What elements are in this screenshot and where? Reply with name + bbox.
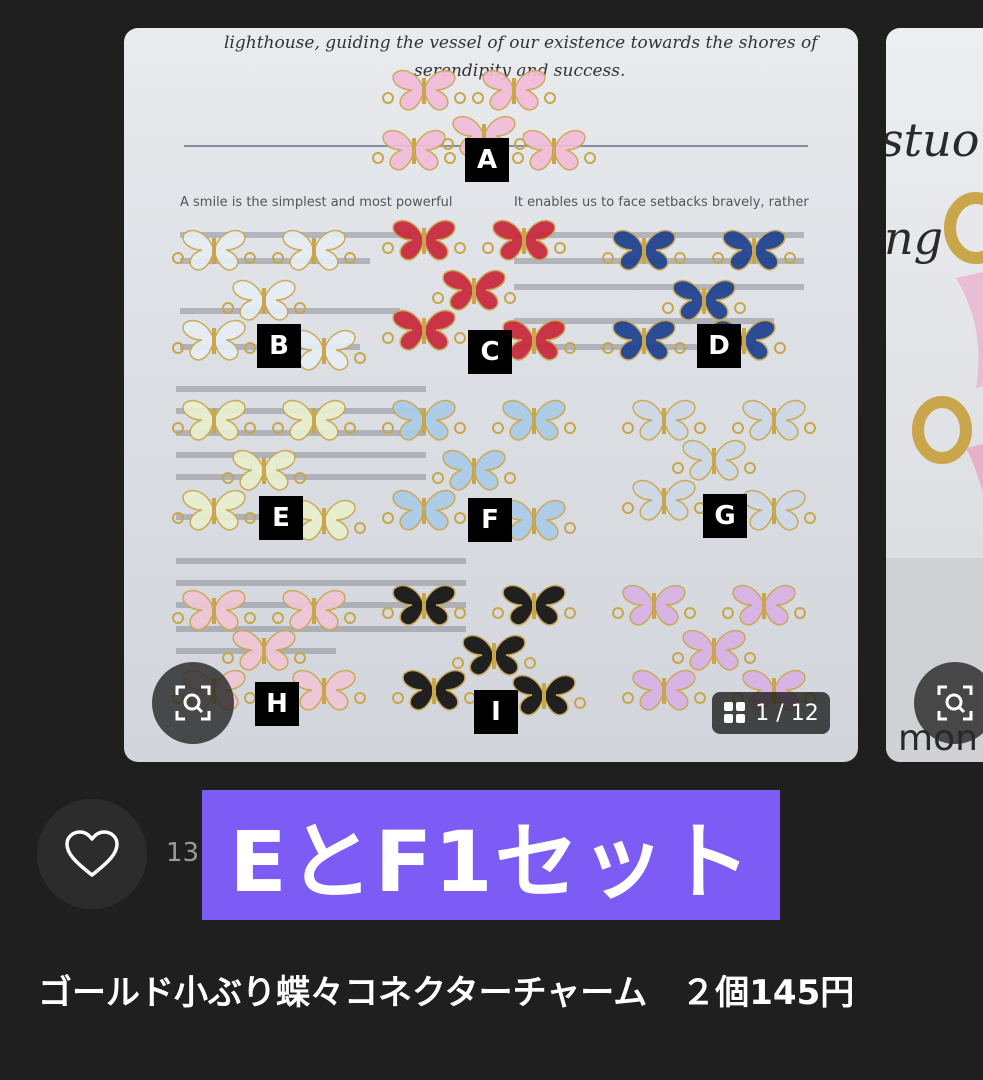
label-e: E	[259, 496, 303, 540]
label-h: H	[255, 682, 299, 726]
butterfly-charm	[492, 399, 576, 441]
label-g: G	[703, 494, 747, 538]
butterfly-charm	[452, 634, 536, 676]
butterfly-charm	[382, 309, 466, 351]
butterfly-charm	[432, 449, 516, 491]
butterfly-charm	[392, 669, 476, 711]
butterfly-charm	[672, 629, 756, 671]
like-button[interactable]	[37, 799, 147, 909]
photo-text-line: A smile is the simplest and most powerfu…	[180, 195, 453, 210]
butterfly-charm	[432, 269, 516, 311]
butterfly-charm	[622, 399, 706, 441]
butterfly-charm	[722, 584, 806, 626]
butterfly-charm	[382, 489, 466, 531]
zoom-search-icon	[937, 685, 973, 721]
butterfly-charm	[482, 219, 566, 261]
photo-text-line: lighthouse, guiding the vessel of our ex…	[224, 33, 820, 53]
counter-text: 1 / 12	[755, 700, 819, 726]
butterfly-charm	[602, 319, 686, 361]
butterfly-charm	[672, 439, 756, 481]
product-photo[interactable]: lighthouse, guiding the vessel of our ex…	[124, 28, 858, 762]
butterfly-charm	[732, 399, 816, 441]
promo-banner: EとF1セット	[202, 790, 780, 920]
butterfly-charm	[222, 279, 306, 321]
label-d: D	[697, 324, 741, 368]
label-f: F	[468, 498, 512, 542]
butterfly-charm	[612, 584, 696, 626]
image-carousel[interactable]: lighthouse, guiding the vessel of our ex…	[0, 0, 983, 780]
banner-text: EとF1セット	[229, 812, 753, 911]
butterfly-charm	[512, 129, 596, 171]
butterfly-charm	[272, 589, 356, 631]
butterfly-charm	[172, 489, 256, 531]
zoom-search-icon	[175, 685, 211, 721]
next-product-photo[interactable]: stuo ng mon	[886, 28, 983, 762]
next-photo-text: ng	[886, 211, 943, 265]
heart-icon	[65, 830, 119, 877]
photo-text-line: It enables us to face setbacks bravely, …	[514, 195, 809, 210]
next-photo-illustration: stuo ng mon	[886, 113, 983, 762]
label-c: C	[468, 330, 512, 374]
label-a: A	[465, 138, 509, 182]
image-counter[interactable]: 1 / 12	[712, 692, 830, 734]
label-i: I	[474, 690, 518, 734]
zoom-button[interactable]	[152, 662, 234, 744]
butterfly-charm	[172, 589, 256, 631]
product-title: ゴールド小ぶり蝶々コネクターチャーム ２個145円	[38, 973, 855, 1013]
butterfly-charm	[372, 129, 456, 171]
butterfly-charm	[172, 319, 256, 361]
butterfly-charm	[492, 584, 576, 626]
butterfly-charm	[382, 219, 466, 261]
label-b: B	[257, 324, 301, 368]
butterfly-charm	[622, 669, 706, 711]
like-count: 13	[166, 838, 200, 868]
grid-icon	[724, 702, 746, 723]
butterfly-charm	[622, 479, 706, 521]
next-photo-text: stuo	[886, 113, 979, 167]
